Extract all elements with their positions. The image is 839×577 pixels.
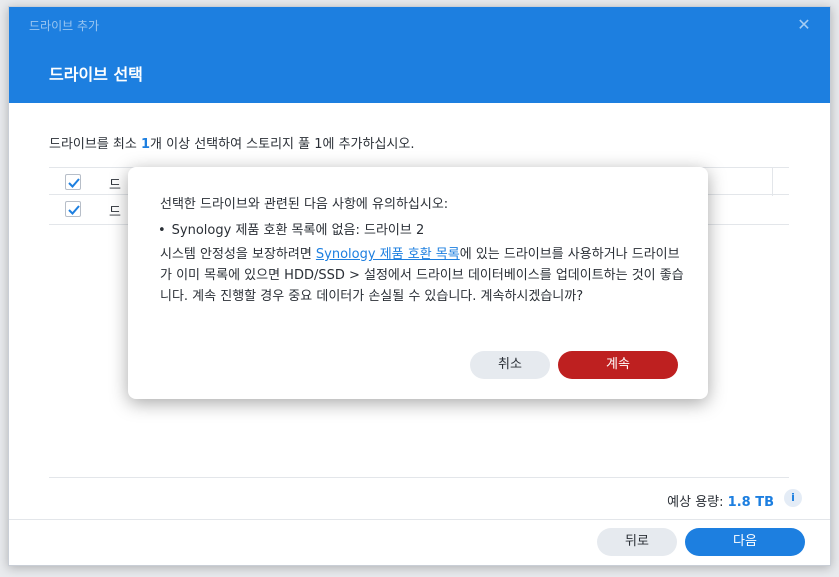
modal-bullet: • Synology 제품 호환 목록에 없음: 드라이브 2 [158, 219, 424, 238]
modal-heading: 선택한 드라이브와 관련된 다음 사항에 유의하십시오: [160, 197, 449, 212]
cancel-button[interactable]: 취소 [470, 351, 550, 379]
modal-body: 시스템 안정성을 보장하려면 Synology 제품 호환 목록에 있는 드라이… [160, 244, 684, 307]
compatibility-list-link[interactable]: Synology 제품 호환 목록 [316, 247, 460, 262]
divider [9, 519, 830, 520]
check-icon [68, 178, 80, 188]
row-label: 드 [109, 205, 121, 220]
header-label: 드 [109, 178, 121, 193]
capacity-value: 1.8 TB [727, 495, 774, 510]
instruction-before: 드라이브를 최소 [49, 137, 141, 152]
estimated-capacity: 예상 용량: 1.8 TB [667, 491, 774, 510]
body-before: 시스템 안정성을 보장하려면 [160, 247, 316, 262]
window-title: 드라이브 추가 [29, 19, 100, 33]
instruction-count: 1 [141, 137, 151, 152]
page-title: 드라이브 선택 [49, 65, 143, 84]
continue-button[interactable]: 계속 [558, 351, 678, 379]
dialog-header: 드라이브 추가 ✕ 드라이브 선택 [9, 7, 830, 103]
instruction-text: 드라이브를 최소 1개 이상 선택하여 스토리지 풀 1에 추가하십시오. [49, 133, 414, 152]
divider [49, 477, 789, 478]
warning-modal: 선택한 드라이브와 관련된 다음 사항에 유의하십시오: • Synology 제… [128, 167, 708, 399]
check-icon [68, 205, 80, 215]
bullet-text: Synology 제품 호환 목록에 없음: 드라이브 2 [171, 223, 425, 238]
instruction-after: 개 이상 선택하여 스토리지 풀 1에 추가하십시오. [150, 137, 415, 152]
close-icon[interactable]: ✕ [796, 17, 812, 33]
capacity-label: 예상 용량: [667, 495, 728, 510]
bullet-dot: • [158, 223, 166, 238]
info-icon[interactable]: i [784, 489, 802, 507]
back-button[interactable]: 뒤로 [597, 528, 677, 556]
select-all-checkbox[interactable] [65, 174, 81, 190]
row-checkbox[interactable] [65, 201, 81, 217]
column-divider [772, 168, 773, 196]
next-button[interactable]: 다음 [685, 528, 805, 556]
